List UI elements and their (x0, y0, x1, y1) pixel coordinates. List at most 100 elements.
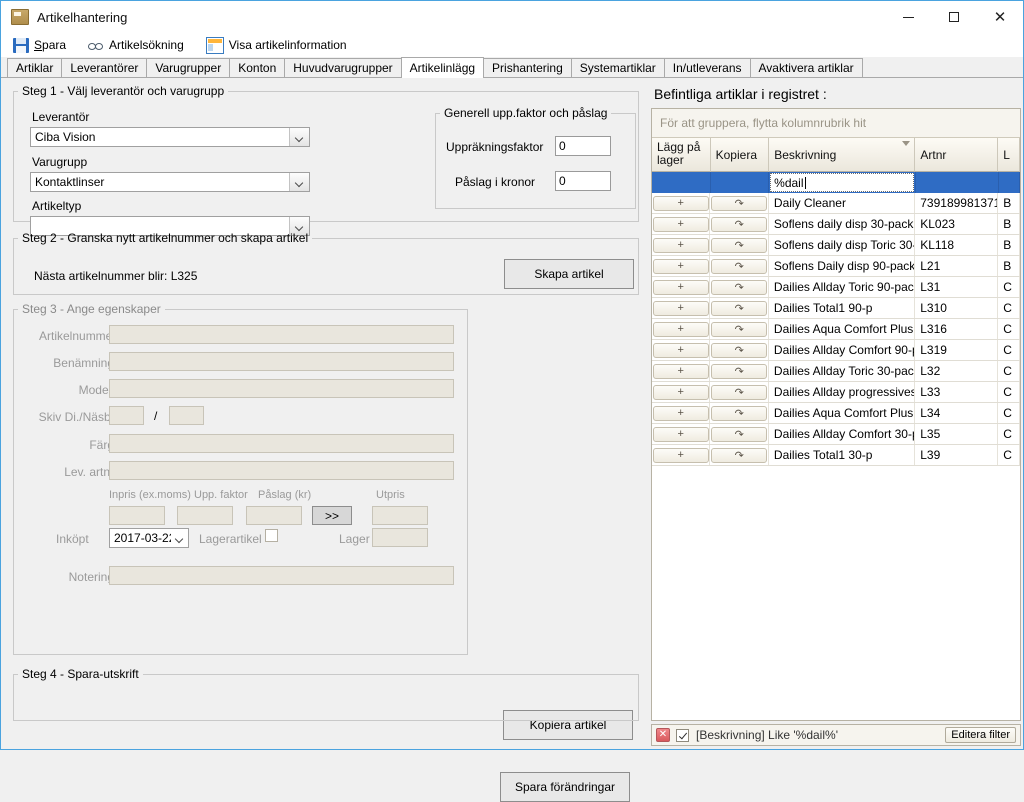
lagerartikel-checkbox[interactable] (265, 529, 278, 542)
add-to-stock-button[interactable]: + (652, 237, 709, 253)
table-row[interactable]: + ↷ Soflens daily disp Toric 30-... KL118 B (652, 235, 1020, 256)
paslag-kronor-input[interactable] (555, 171, 611, 191)
table-row[interactable]: + ↷ Dailies Total1 90-p L310 C (652, 298, 1020, 319)
table-row[interactable]: + ↷ Dailies Total1 30-p L39 C (652, 445, 1020, 466)
table-row[interactable]: + ↷ Soflens Daily disp 90-pack L21 B (652, 256, 1020, 277)
add-to-stock-button[interactable]: + (652, 405, 709, 421)
paslag-kr-input[interactable] (246, 506, 302, 525)
chevron-down-icon[interactable] (170, 529, 188, 547)
column-header-lagg-pa-lager[interactable]: Lägg på lager (652, 138, 711, 172)
add-to-stock-button[interactable]: + (652, 195, 709, 211)
table-row[interactable]: + ↷ Dailies Allday Comfort 90-p... L319 C (652, 340, 1020, 361)
maximize-button[interactable] (931, 1, 977, 33)
inpris-input[interactable] (109, 506, 165, 525)
group-by-panel[interactable]: För att gruppera, flytta kolumnrubrik hi… (652, 109, 1020, 138)
calculate-button[interactable]: >> (312, 506, 352, 525)
nasbredd-input[interactable] (169, 406, 204, 425)
table-row[interactable]: +↷Daily Cleaner7391899813714B (652, 193, 1020, 214)
create-article-button[interactable]: Skapa artikel (504, 259, 634, 289)
table-row[interactable]: + ↷ Dailies Allday Comfort 30-p... L35 C (652, 424, 1020, 445)
cell-kopiera: ↷ (710, 403, 769, 423)
minimize-button[interactable] (885, 1, 931, 33)
tab-leverantorer[interactable]: Leverantörer (61, 58, 148, 77)
tab-in-utleverans[interactable]: In/utleverans (663, 58, 751, 77)
copy-row-button[interactable]: ↷ (711, 216, 768, 232)
varugrupp-combo[interactable]: Kontaktlinser (30, 172, 310, 192)
copy-row-button[interactable]: ↷ (711, 321, 768, 337)
table-row[interactable]: + ↷ Dailies Allday progressives ... L33 C (652, 382, 1020, 403)
filter-cell-beskrivning[interactable]: %dail (769, 172, 916, 193)
grid-header-row: Lägg på lager Kopiera Beskrivning Artnr … (652, 138, 1020, 172)
save-toolbar-button[interactable]: Spara (13, 37, 66, 53)
beskrivning-filter-input[interactable]: %dail (770, 173, 914, 192)
farg-input[interactable] (109, 434, 454, 453)
add-to-stock-button[interactable]: + (652, 363, 709, 379)
table-row[interactable]: + ↷ Dailies Allday Toric 30-pack L32 C (652, 361, 1020, 382)
filter-cell-kopiera[interactable] (711, 172, 770, 193)
tab-avaktivera-artiklar[interactable]: Avaktivera artiklar (749, 58, 863, 77)
copy-row-button[interactable]: ↷ (711, 195, 768, 211)
lev-artnr-input[interactable] (109, 461, 454, 480)
tab-artikelinlagg[interactable]: Artikelinlägg (400, 57, 485, 78)
tab-systemartiklar[interactable]: Systemartiklar (570, 58, 665, 77)
column-header-artnr[interactable]: Artnr (915, 138, 999, 172)
show-article-info-toolbar-button[interactable]: Visa artikelinformation (205, 36, 347, 54)
copy-row-button[interactable]: ↷ (711, 426, 768, 442)
filter-icon[interactable] (902, 141, 911, 148)
notering-input[interactable] (109, 566, 454, 585)
cell-lagg-pa-lager: + (652, 214, 711, 234)
inkopt-date-picker[interactable]: 2017-03-22 (109, 528, 189, 548)
add-to-stock-button[interactable]: + (652, 384, 709, 400)
column-header-kopiera[interactable]: Kopiera (710, 138, 770, 172)
add-to-stock-button[interactable]: + (652, 447, 709, 463)
add-to-stock-button[interactable]: + (652, 321, 709, 337)
clear-filter-button[interactable]: ✕ (656, 728, 670, 742)
save-changes-button[interactable]: Spara förändringar (500, 772, 630, 802)
table-row[interactable]: + ↷ Dailies Allday Toric 90-pack L31 C (652, 277, 1020, 298)
chevron-down-icon[interactable] (289, 173, 309, 191)
cell-lagg-pa-lager: + (652, 382, 711, 402)
benamning-input[interactable] (109, 352, 454, 371)
add-to-stock-button[interactable]: + (652, 342, 709, 358)
add-to-stock-button[interactable]: + (652, 426, 709, 442)
table-row[interactable]: +↷Dailies Aqua Comfort Plus 3...L34C (652, 403, 1020, 424)
artikelnummer-input[interactable] (109, 325, 454, 344)
upp-faktor-input[interactable] (177, 506, 233, 525)
filter-cell-artnr[interactable] (916, 172, 999, 193)
copy-row-button[interactable]: ↷ (711, 342, 768, 358)
copy-row-button[interactable]: ↷ (711, 258, 768, 274)
utpris-input[interactable] (372, 506, 428, 525)
leverantor-combo[interactable]: Ciba Vision (30, 127, 310, 147)
copy-row-button[interactable]: ↷ (711, 363, 768, 379)
add-to-stock-button[interactable]: + (652, 300, 709, 316)
column-header-l[interactable]: L (998, 138, 1020, 172)
copy-row-button[interactable]: ↷ (711, 237, 768, 253)
tab-konton[interactable]: Konton (229, 58, 286, 77)
enable-filter-checkbox[interactable] (676, 728, 689, 742)
tab-huvudvarugrupper[interactable]: Huvudvarugrupper (284, 58, 402, 77)
add-to-stock-button[interactable]: + (652, 258, 709, 274)
article-search-toolbar-button[interactable]: Artikelsökning (88, 38, 184, 53)
tab-varugrupper[interactable]: Varugrupper (146, 58, 231, 77)
edit-filter-button[interactable]: Editera filter (945, 727, 1016, 743)
close-button[interactable]: ✕ (977, 1, 1023, 33)
add-to-stock-button[interactable]: + (652, 279, 709, 295)
table-row[interactable]: + ↷ Soflens daily disp 30-pack KL023 B (652, 214, 1020, 235)
tab-artiklar[interactable]: Artiklar (7, 58, 63, 77)
filter-cell-lagg-pa-lager[interactable] (652, 172, 711, 193)
copy-row-button[interactable]: ↷ (711, 300, 768, 316)
chevron-down-icon[interactable] (289, 128, 309, 146)
copy-row-button[interactable]: ↷ (711, 405, 768, 421)
skiv-diameter-input[interactable] (109, 406, 144, 425)
copy-row-button[interactable]: ↷ (711, 279, 768, 295)
copy-row-button[interactable]: ↷ (711, 384, 768, 400)
column-header-beskrivning[interactable]: Beskrivning (769, 138, 916, 172)
modell-input[interactable] (109, 379, 454, 398)
add-to-stock-button[interactable]: + (652, 216, 709, 232)
table-row[interactable]: +↷Dailies Aqua Comfort Plus 9...L316C (652, 319, 1020, 340)
tab-prishantering[interactable]: Prishantering (483, 58, 572, 77)
copy-row-button[interactable]: ↷ (711, 447, 768, 463)
upprakningsfaktor-input[interactable] (555, 136, 611, 156)
lager-input[interactable] (372, 528, 428, 547)
filter-cell-l[interactable] (999, 172, 1020, 193)
